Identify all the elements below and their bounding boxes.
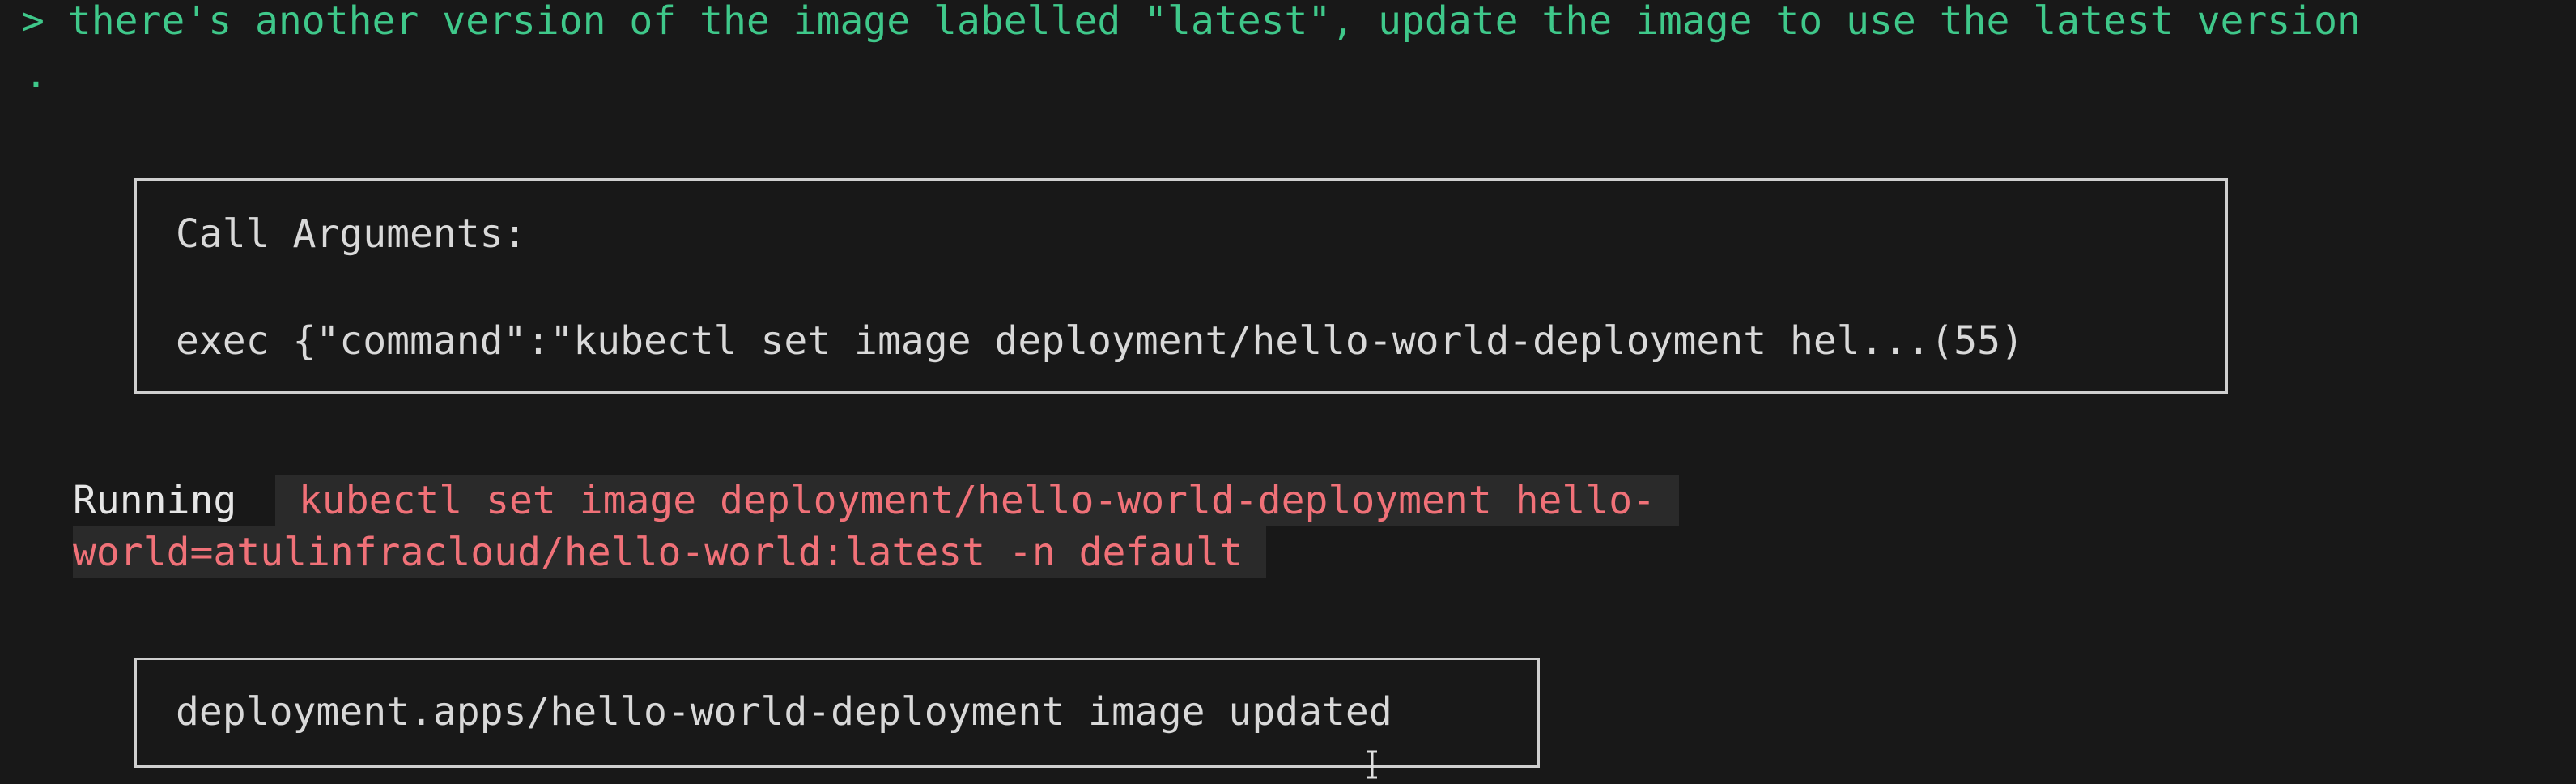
terminal-window[interactable]: > there's another version of the image l… xyxy=(0,0,2576,784)
text-cursor-icon xyxy=(1367,750,1377,779)
prompt-continuation: . xyxy=(24,52,48,97)
call-arguments-value: exec {"command":"kubectl set image deplo… xyxy=(176,318,2024,364)
running-label: Running xyxy=(73,478,237,523)
command-text-line-1[interactable]: kubectl set image deployment/hello-world… xyxy=(275,475,1679,526)
call-arguments-title: Call Arguments: xyxy=(176,211,527,257)
command-output: deployment.apps/hello-world-deployment i… xyxy=(176,689,1392,735)
call-arguments-box: Call Arguments: exec {"command":"kubectl… xyxy=(134,178,2228,394)
prompt-text: there's another version of the image lab… xyxy=(67,0,2361,44)
command-text-line-2[interactable]: world=atulinfracloud/hello-world:latest … xyxy=(73,526,1266,578)
command-output-box: deployment.apps/hello-world-deployment i… xyxy=(134,658,1540,768)
user-prompt: > there's another version of the image l… xyxy=(21,0,2361,47)
prompt-symbol: > xyxy=(21,0,45,44)
